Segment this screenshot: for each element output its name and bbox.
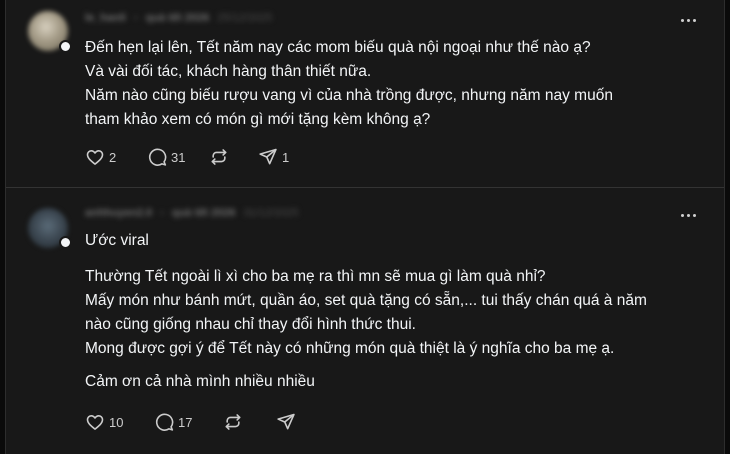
post-closing: Cảm ơn cả nhà mình nhiều nhiều [85, 373, 315, 390]
more-icon[interactable] [678, 12, 698, 28]
repost-icon [211, 149, 227, 165]
username[interactable]: anhhuyen2.0 [85, 207, 152, 219]
post-line: tham khảo xem có món gì mới tặng kèm khô… [85, 111, 431, 128]
post-line: Năm nào cũng biếu rượu vang vì của nhà t… [85, 87, 613, 104]
topic-tag[interactable]: quà tết 2026 [146, 12, 210, 24]
feed-panel: le_hanli › quà tết 2026 25/12/2025 Đến h… [5, 0, 725, 454]
post-body: Đến hẹn lại lên, Tết năm nay các mom biế… [85, 36, 613, 132]
action-bar: 10 17 [85, 412, 308, 432]
heart-icon [86, 150, 104, 165]
share-button[interactable] [276, 412, 308, 432]
more-icon[interactable] [678, 207, 698, 223]
follow-badge-icon[interactable] [59, 40, 72, 53]
post-date: 25/12/2025 [217, 12, 273, 24]
comment-icon [155, 413, 174, 431]
chevron-right-icon: › [160, 207, 164, 219]
post-line: nào cũng giống nhau chỉ thay đổi hình th… [85, 316, 416, 333]
post: le_hanli › quà tết 2026 25/12/2025 Đến h… [6, 0, 724, 187]
post-date: 31/12/2025 [243, 207, 299, 219]
username[interactable]: le_hanli [85, 12, 126, 24]
like-count: 2 [109, 149, 117, 165]
reply-count: 17 [178, 414, 193, 430]
like-button[interactable]: 2 [85, 147, 147, 167]
topic-tag[interactable]: quà tết 2026 [172, 207, 236, 219]
like-count: 10 [109, 414, 124, 430]
post-line: Mong được gợi ý để Tết này có những món … [85, 340, 615, 357]
share-icon [259, 148, 277, 165]
repost-button[interactable] [223, 412, 276, 432]
share-icon [277, 413, 295, 430]
post-line: Và vài đối tác, khách hàng thân thiết nữ… [85, 63, 372, 80]
share-count: 1 [282, 149, 290, 165]
heart-icon [86, 415, 104, 430]
share-button[interactable]: 1 [258, 147, 290, 167]
post-heading: Ước viral [85, 232, 149, 249]
comment-icon [148, 148, 167, 166]
action-bar: 2 31 1 [85, 147, 290, 167]
follow-badge-icon[interactable] [59, 236, 72, 249]
reply-button[interactable]: 31 [147, 147, 209, 167]
post-line: Đến hẹn lại lên, Tết năm nay các mom biế… [85, 39, 591, 56]
like-button[interactable]: 10 [85, 412, 154, 432]
repost-button[interactable] [209, 147, 258, 167]
post: anhhuyen2.0 › quà tết 2026 31/12/2025 Ướ… [6, 188, 724, 454]
post-meta: anhhuyen2.0 › quà tết 2026 31/12/2025 [85, 205, 299, 221]
chevron-right-icon: › [133, 12, 138, 24]
reply-button[interactable]: 17 [154, 412, 223, 432]
post-meta: le_hanli › quà tết 2026 25/12/2025 [85, 10, 272, 26]
reply-count: 31 [171, 149, 186, 165]
post-body: Thường Tết ngoài lì xì cho ba mẹ ra thì … [85, 265, 647, 361]
post-line: Thường Tết ngoài lì xì cho ba mẹ ra thì … [85, 268, 546, 285]
post-line: Mấy món như bánh mứt, quần áo, set quà t… [85, 292, 647, 309]
repost-icon [225, 414, 241, 430]
